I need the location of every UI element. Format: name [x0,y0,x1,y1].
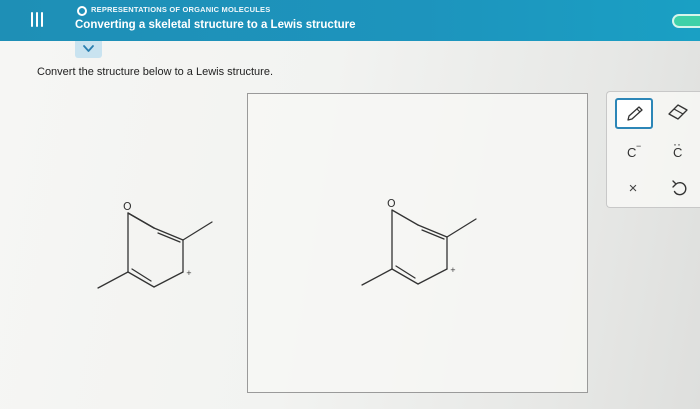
pencil-tool-button[interactable] [615,98,653,129]
lone-pair-symbol: C [673,145,683,160]
skeletal-molecule: O + [97,200,213,289]
menu-icon[interactable] [26,10,48,32]
chevron-down-icon [83,45,94,52]
clear-button[interactable]: × [622,178,644,200]
drawing-toolbar: C − ·· C × [606,91,700,208]
skeletal-molecule-editable: O + [361,197,477,286]
page-title: Converting a skeletal structure to a Lew… [75,19,356,31]
progress-indicator [672,14,700,28]
carbanion-symbol: C [627,145,637,160]
question-text: Convert the structure below to a Lewis s… [37,66,273,78]
oxygen-label: O [123,200,132,213]
negative-charge-icon: − [636,141,642,151]
reference-structure: O + [90,195,230,300]
lone-pair-tool-button[interactable]: ·· C [667,137,691,163]
topic-label: REPRESENTATIONS OF ORGANIC MOLECULES [91,5,271,14]
undo-icon [672,180,687,196]
oxygen-label: O [387,197,396,210]
header-bar: REPRESENTATIONS OF ORGANIC MOLECULES Con… [0,0,700,41]
canvas-structure[interactable]: O + [354,196,494,301]
eraser-tool-button[interactable] [665,101,691,121]
charge-label: + [186,269,192,277]
pencil-icon [627,106,643,121]
collapse-toggle[interactable] [75,41,102,58]
topic-circle-icon [77,6,87,16]
drawing-canvas[interactable]: O + [247,93,588,393]
charge-label: + [450,266,456,274]
undo-button[interactable] [668,178,690,200]
eraser-icon [668,104,688,120]
carbanion-tool-button[interactable]: C − [621,141,647,163]
